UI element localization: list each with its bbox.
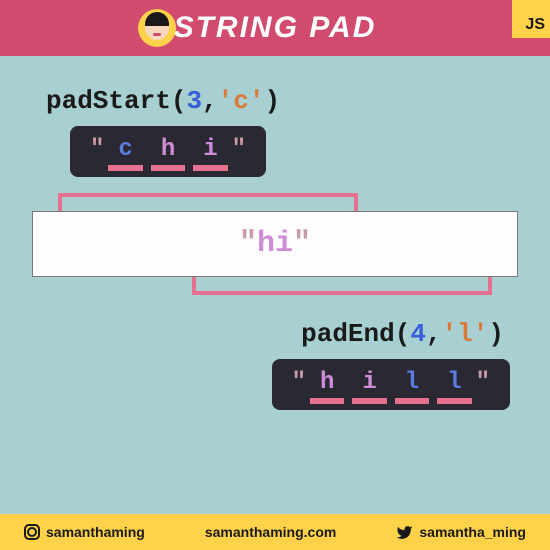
instagram-handle: samanthaming	[24, 524, 145, 540]
padstart-call: padStart(3,'c')	[46, 86, 510, 116]
instagram-icon	[24, 524, 40, 540]
avatar-icon	[138, 9, 176, 47]
padend-result: "hill"	[272, 359, 510, 410]
result-char: l	[445, 369, 463, 396]
result-char: c	[116, 136, 134, 163]
diagram-content: padStart(3,'c') "chi" "hi" padEnd(4,'l')…	[0, 56, 550, 496]
result-char: i	[360, 369, 378, 396]
twitter-handle: samantha_ming	[396, 524, 526, 541]
padend-call: padEnd(4,'l')	[40, 319, 504, 349]
page-title: STRING PAD	[174, 11, 377, 45]
twitter-icon	[396, 524, 413, 541]
bracket-bottom-icon	[192, 277, 492, 295]
footer-bar: samanthaming samanthaming.com samantha_m…	[0, 514, 550, 550]
result-char: h	[159, 136, 177, 163]
padstart-result: "chi"	[70, 126, 266, 177]
js-badge: JS	[512, 0, 550, 38]
input-string-box: "hi"	[32, 211, 518, 277]
header-bar: STRING PAD JS	[0, 0, 550, 56]
result-char: h	[318, 369, 336, 396]
result-char: l	[403, 369, 421, 396]
result-char: i	[201, 136, 219, 163]
bracket-top-icon	[58, 193, 358, 211]
input-string: hi	[257, 227, 293, 261]
website-url: samanthaming.com	[205, 524, 336, 540]
